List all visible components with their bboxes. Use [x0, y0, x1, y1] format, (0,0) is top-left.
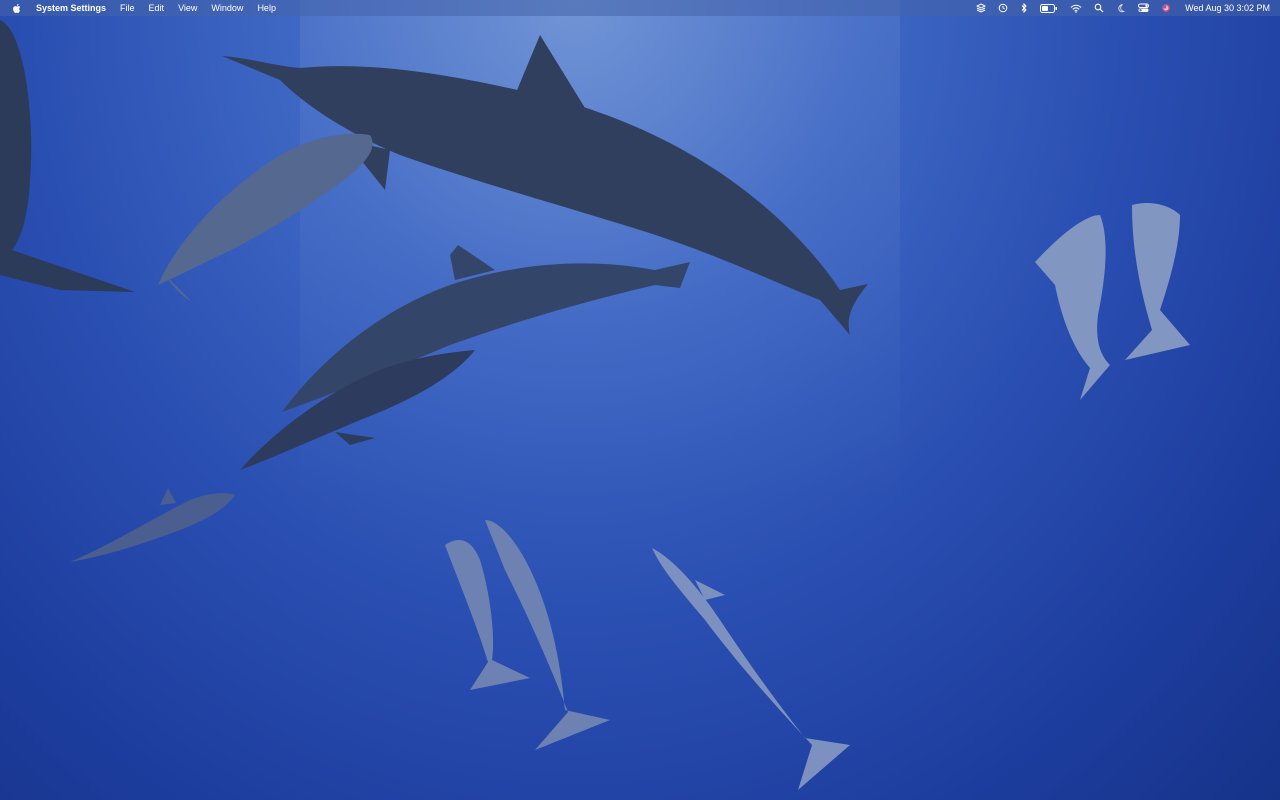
bluetooth-icon[interactable]: [1020, 0, 1028, 16]
menu-bar-clock[interactable]: Wed Aug 30 3:02 PM: [1185, 0, 1270, 16]
dolphin: [652, 548, 850, 790]
battery-icon[interactable]: [1040, 0, 1058, 16]
dolphin: [445, 520, 610, 750]
desktop[interactable]: System Settings File Edit View Window He…: [0, 0, 1280, 800]
dolphin: [0, 20, 135, 292]
control-center-icon[interactable]: [1138, 0, 1150, 16]
menu-bar-right: Wed Aug 30 3:02 PM: [964, 0, 1270, 16]
apple-logo-icon[interactable]: [12, 3, 22, 14]
menu-file[interactable]: File: [120, 0, 135, 16]
menu-view[interactable]: View: [178, 0, 197, 16]
menu-bar-left: System Settings File Edit View Window He…: [12, 0, 290, 16]
menu-window[interactable]: Window: [211, 0, 243, 16]
focus-moon-icon[interactable]: [1116, 0, 1126, 16]
dolphin: [70, 488, 235, 562]
dolphin: [1035, 203, 1190, 400]
siri-icon[interactable]: [1161, 0, 1171, 16]
menu-edit[interactable]: Edit: [149, 0, 165, 16]
spotlight-search-icon[interactable]: [1094, 0, 1104, 16]
wifi-icon[interactable]: [1070, 0, 1082, 16]
menu-app-name[interactable]: System Settings: [36, 0, 106, 16]
time-machine-icon[interactable]: [998, 0, 1008, 16]
stack-icon[interactable]: [976, 0, 987, 16]
menu-help[interactable]: Help: [257, 0, 276, 16]
menu-bar: System Settings File Edit View Window He…: [0, 0, 1280, 16]
dolphin-wallpaper: [0, 0, 1190, 790]
